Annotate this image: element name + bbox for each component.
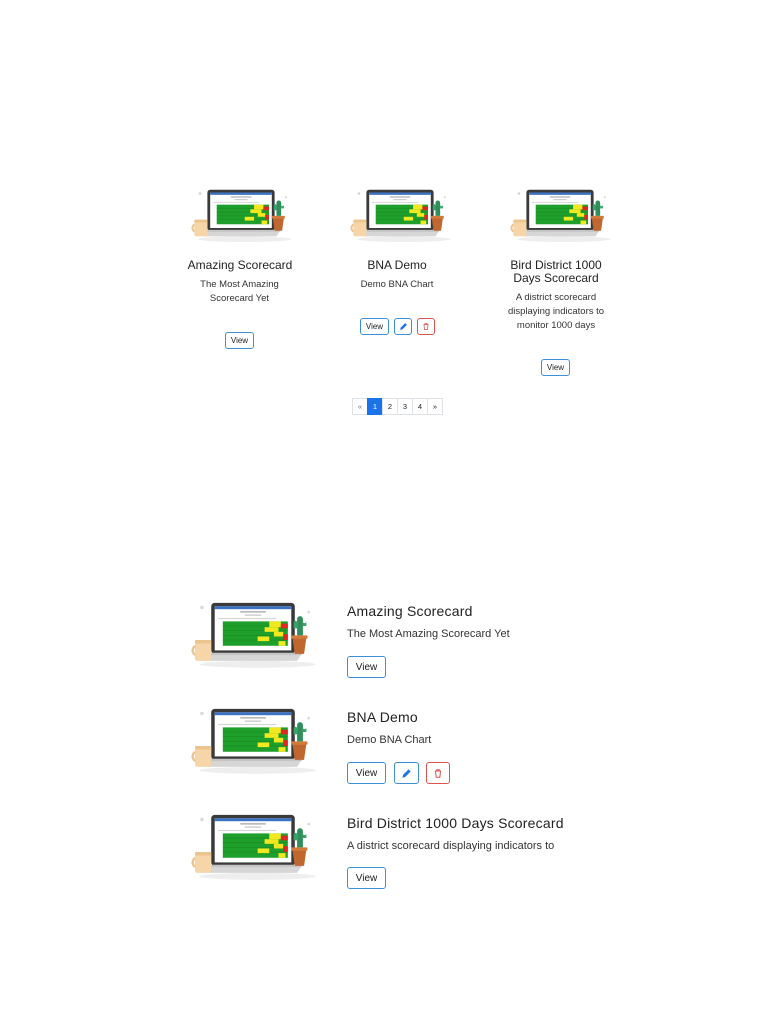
delete-button[interactable] bbox=[417, 318, 435, 335]
scorecard-title: Amazing Scorecard bbox=[347, 603, 473, 619]
scorecard-title: BNA Demo bbox=[367, 258, 427, 272]
pagination-page-1[interactable]: 1 bbox=[367, 398, 383, 415]
scorecard-description: Demo BNA Chart bbox=[360, 279, 434, 290]
scorecard-thumbnail-image bbox=[350, 188, 452, 242]
pencil-icon bbox=[402, 768, 411, 778]
scorecard-description: A district scorecard displaying indicato… bbox=[507, 292, 605, 331]
view-button[interactable]: View bbox=[347, 762, 386, 784]
scorecard-description: The Most Amazing Scorecard Yet bbox=[200, 279, 279, 304]
view-button[interactable]: View bbox=[347, 867, 386, 889]
pagination-page-3[interactable]: 3 bbox=[397, 398, 413, 415]
edit-button[interactable] bbox=[394, 762, 419, 784]
scorecard-title: BNA Demo bbox=[347, 709, 418, 725]
scorecard-thumbnail-image bbox=[191, 707, 317, 774]
view-button[interactable]: View bbox=[225, 332, 254, 349]
scorecard-thumbnail-image bbox=[510, 188, 612, 242]
pagination-next[interactable]: » bbox=[427, 398, 443, 415]
pagination-prev[interactable]: « bbox=[352, 398, 368, 415]
scorecard-title: Bird District 1000 Days Scorecard bbox=[510, 258, 602, 285]
scorecard-title: Bird District 1000 Days Scorecard bbox=[347, 815, 564, 831]
scorecard-thumbnail-image bbox=[191, 601, 317, 668]
pagination-page-2[interactable]: 2 bbox=[382, 398, 398, 415]
scorecard-thumbnail-image bbox=[191, 813, 317, 880]
view-button[interactable]: View bbox=[347, 656, 386, 678]
scorecard-title: Amazing Scorecard bbox=[187, 258, 293, 272]
edit-button[interactable] bbox=[394, 318, 412, 335]
pencil-icon bbox=[399, 323, 407, 330]
pagination-page-4[interactable]: 4 bbox=[412, 398, 428, 415]
view-button[interactable]: View bbox=[541, 359, 570, 376]
scorecard-thumbnail-image bbox=[191, 188, 293, 242]
view-button[interactable]: View bbox=[360, 318, 389, 335]
scorecard-description: Demo BNA Chart bbox=[347, 734, 432, 746]
scorecard-description: A district scorecard displaying indicato… bbox=[347, 840, 555, 852]
trash-icon bbox=[434, 768, 442, 778]
pagination: « 1 2 3 4 » bbox=[352, 398, 443, 415]
trash-icon bbox=[423, 323, 429, 330]
scorecard-description: The Most Amazing Scorecard Yet bbox=[347, 628, 510, 640]
delete-button[interactable] bbox=[426, 762, 450, 784]
